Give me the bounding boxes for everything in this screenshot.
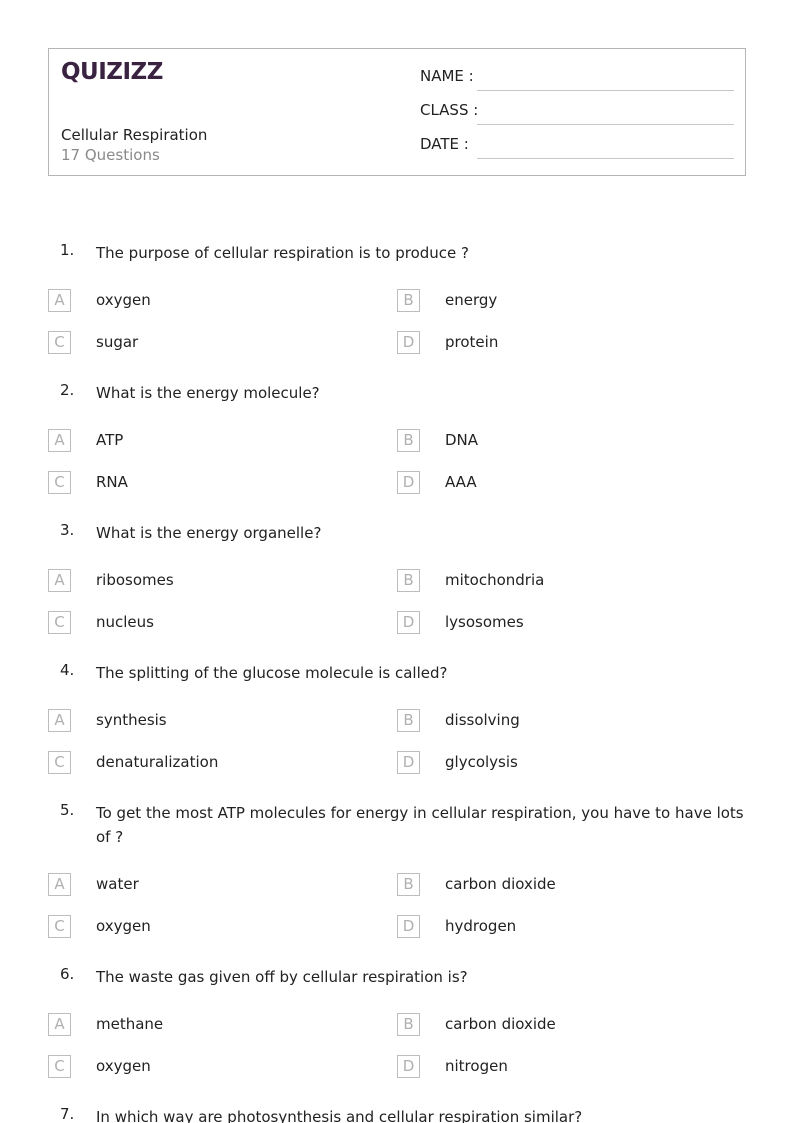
option-letter-box[interactable]: C xyxy=(48,751,71,774)
option-letter-box[interactable]: A xyxy=(48,429,71,452)
option-letter-box[interactable]: D xyxy=(397,611,420,634)
name-line[interactable] xyxy=(477,90,734,91)
question-count: 17 Questions xyxy=(61,146,160,164)
option-letter-box[interactable]: C xyxy=(48,471,71,494)
option-text: nitrogen xyxy=(445,1057,508,1075)
question-number: 4. xyxy=(60,661,75,679)
option-text: ATP xyxy=(96,431,124,449)
option-letter-box[interactable]: D xyxy=(397,1055,420,1078)
question-number: 5. xyxy=(60,801,75,819)
option-text: protein xyxy=(445,333,499,351)
question-number: 6. xyxy=(60,965,75,983)
name-label: NAME : xyxy=(420,67,474,85)
option-text: oxygen xyxy=(96,291,151,309)
question-number: 3. xyxy=(60,521,75,539)
option-text: carbon dioxide xyxy=(445,875,556,893)
option-text: ribosomes xyxy=(96,571,174,589)
option-letter-box[interactable]: B xyxy=(397,709,420,732)
question-text: What is the energy organelle? xyxy=(96,524,322,542)
option-letter-box[interactable]: C xyxy=(48,915,71,938)
option-text: energy xyxy=(445,291,498,309)
option-letter-box[interactable]: C xyxy=(48,1055,71,1078)
option-text: hydrogen xyxy=(445,917,517,935)
option-text: oxygen xyxy=(96,917,151,935)
option-text: lysosomes xyxy=(445,613,524,631)
option-letter-box[interactable]: D xyxy=(397,915,420,938)
option-letter-box[interactable]: B xyxy=(397,873,420,896)
name-field[interactable]: NAME : xyxy=(420,67,734,91)
worksheet-header: QUIZIZZ Cellular Respiration 17 Question… xyxy=(48,48,746,176)
question-text: The waste gas given off by cellular resp… xyxy=(96,968,468,986)
option-text: AAA xyxy=(445,473,477,491)
option-text: mitochondria xyxy=(445,571,545,589)
option-text: denaturalization xyxy=(96,753,219,771)
option-letter-box[interactable]: B xyxy=(397,569,420,592)
date-field[interactable]: DATE : xyxy=(420,135,734,159)
option-text: nucleus xyxy=(96,613,154,631)
option-text: sugar xyxy=(96,333,139,351)
class-field[interactable]: CLASS : xyxy=(420,101,734,125)
question-number: 7. xyxy=(60,1105,75,1123)
option-text: oxygen xyxy=(96,1057,151,1075)
quizizz-logo: QUIZIZZ xyxy=(61,59,163,85)
option-text: water xyxy=(96,875,139,893)
worksheet-title: Cellular Respiration xyxy=(61,126,208,144)
option-letter-box[interactable]: C xyxy=(48,611,71,634)
question-text: In which way are photosynthesis and cell… xyxy=(96,1108,583,1123)
option-letter-box[interactable]: A xyxy=(48,873,71,896)
option-letter-box[interactable]: D xyxy=(397,471,420,494)
question-text: The purpose of cellular respiration is t… xyxy=(96,244,469,262)
option-letter-box[interactable]: A xyxy=(48,569,71,592)
option-letter-box[interactable]: C xyxy=(48,331,71,354)
option-letter-box[interactable]: B xyxy=(397,289,420,312)
option-letter-box[interactable]: B xyxy=(397,429,420,452)
class-line[interactable] xyxy=(477,124,734,125)
option-letter-box[interactable]: A xyxy=(48,289,71,312)
date-label: DATE : xyxy=(420,135,469,153)
option-letter-box[interactable]: B xyxy=(397,1013,420,1036)
question-text: The splitting of the glucose molecule is… xyxy=(96,664,448,682)
question-text: To get the most ATP molecules for energy… xyxy=(96,804,744,846)
option-letter-box[interactable]: A xyxy=(48,1013,71,1036)
question-text: What is the energy molecule? xyxy=(96,384,320,402)
option-text: RNA xyxy=(96,473,128,491)
question-number: 1. xyxy=(60,241,75,259)
option-text: synthesis xyxy=(96,711,167,729)
option-text: carbon dioxide xyxy=(445,1015,556,1033)
date-line[interactable] xyxy=(477,158,734,159)
option-letter-box[interactable]: D xyxy=(397,751,420,774)
option-text: DNA xyxy=(445,431,479,449)
option-text: methane xyxy=(96,1015,164,1033)
option-letter-box[interactable]: D xyxy=(397,331,420,354)
class-label: CLASS : xyxy=(420,101,479,119)
question-number: 2. xyxy=(60,381,75,399)
option-text: glycolysis xyxy=(445,753,518,771)
option-text: dissolving xyxy=(445,711,520,729)
option-letter-box[interactable]: A xyxy=(48,709,71,732)
